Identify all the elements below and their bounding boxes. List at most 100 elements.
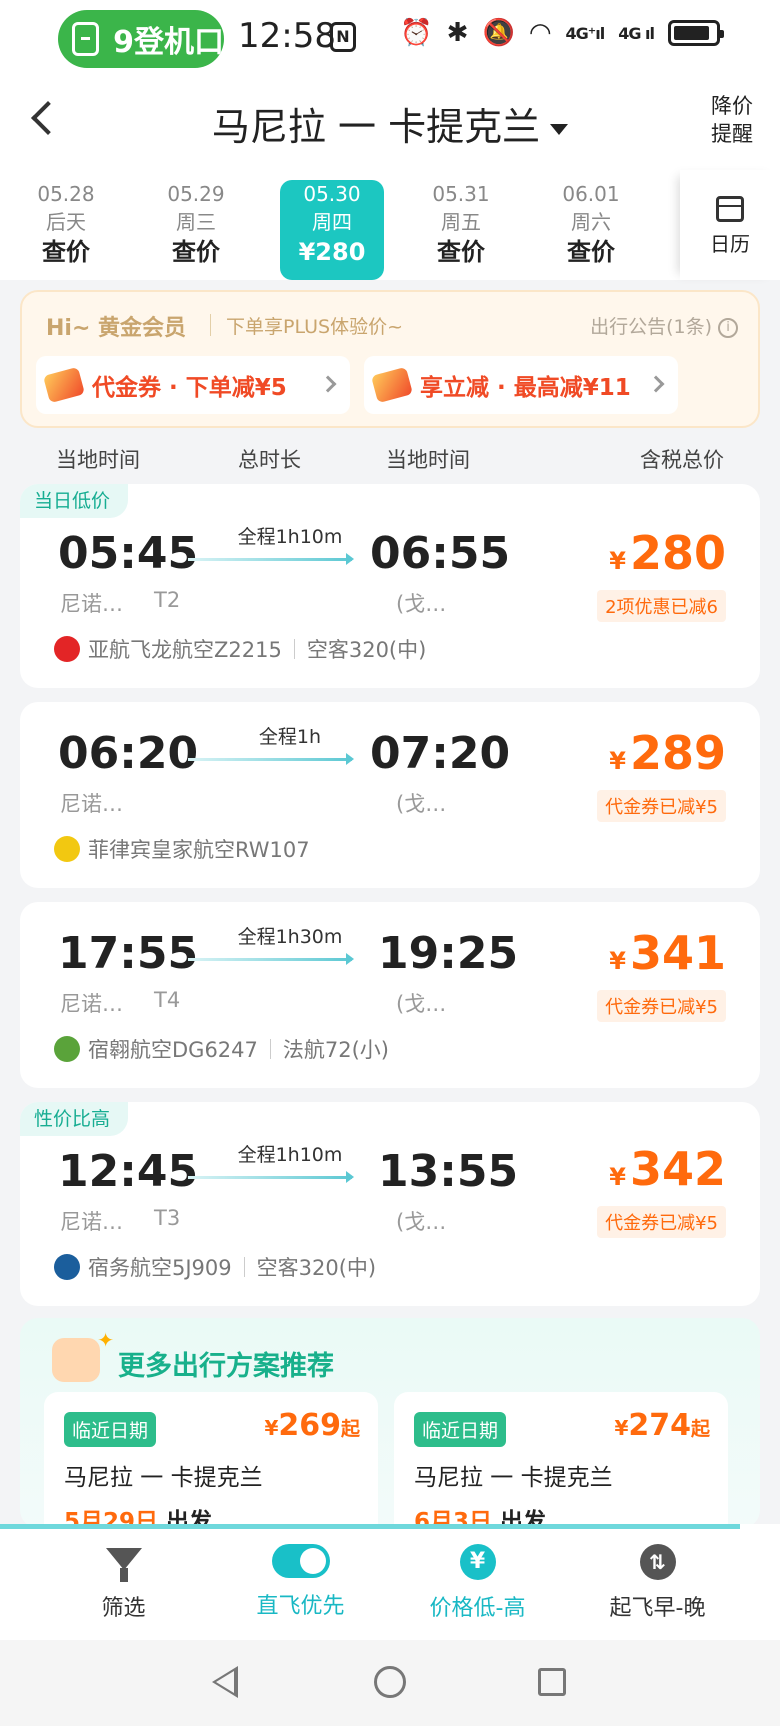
nav-home-icon[interactable] — [374, 1666, 406, 1698]
departure-airport: 尼诺… — [60, 992, 123, 1016]
signal-icon: 4G⁺ıl — [565, 23, 606, 43]
status-bar: 9登机口 12:58 N ⏰ ✱ 🔕 ◠ 4G⁺ıl 4G ıl — [0, 0, 780, 80]
sort-departure-button[interactable]: ⇅ 起飞早-晚 — [560, 1544, 755, 1622]
discount-badge: 代金券已减¥5 — [597, 1206, 726, 1238]
filter-label: 价格低-高 — [429, 1596, 526, 1621]
signal-icon-2: 4G ıl — [618, 23, 655, 43]
col-arrive-time: 当地时间 — [386, 448, 470, 472]
date-price: 查价 — [172, 238, 220, 266]
price: ¥341 — [609, 926, 726, 980]
recommend-price: ¥274起 — [614, 1408, 710, 1443]
arrival-time: 19:25 — [378, 928, 519, 979]
date-item[interactable]: 05.29 周三 查价 — [144, 180, 248, 280]
weekday-label: 后天 — [46, 210, 86, 234]
date-item-selected[interactable]: 05.30 周四 ¥280 — [280, 180, 384, 280]
flight-duration: 全程1h — [258, 726, 322, 748]
funnel-icon — [105, 1544, 142, 1582]
currency-symbol: ¥ — [264, 1416, 279, 1440]
terminal: T2 — [154, 588, 181, 612]
date-item[interactable]: 05.31 周五 查价 — [409, 180, 513, 280]
date-price: ¥280 — [298, 238, 366, 266]
calendar-button[interactable]: 日历 — [680, 170, 780, 280]
filter-label: 直飞优先 — [256, 1594, 345, 1619]
date-price: 查价 — [567, 238, 615, 266]
flight-card[interactable]: 性价比高 12:45 全程1h10m 13:55 尼诺… T3 (戈… ¥342… — [20, 1102, 760, 1306]
duration-arrow-icon — [188, 753, 354, 765]
sort-price-button[interactable]: ¥ 价格低-高 — [380, 1544, 575, 1622]
nonstop-first-toggle[interactable]: 直飞优先 — [203, 1544, 398, 1620]
filter-button[interactable]: 筛选 — [26, 1544, 221, 1622]
recommend-title: 更多出行方案推荐 — [118, 1351, 334, 1382]
discount-badge: 2项优惠已减6 — [597, 590, 726, 622]
coupon-label: 享立减 · 最高减¥11 — [420, 375, 631, 401]
aircraft-type: 空客320(中) — [306, 638, 427, 662]
date-price: 查价 — [42, 238, 90, 266]
tag-low-price: 当日低价 — [20, 484, 129, 518]
ticket-icon — [370, 366, 414, 404]
terminal: T4 — [154, 988, 181, 1012]
arrival-time: 06:55 — [370, 528, 511, 579]
header: 马尼拉 一 卡提克兰 降价提醒 — [0, 80, 780, 170]
chevron-right-icon — [647, 375, 665, 393]
departure-time: 06:20 — [58, 728, 199, 779]
recommend-price: ¥269起 — [264, 1408, 360, 1443]
weekday-label: 周五 — [441, 210, 481, 234]
arrival-airport: (戈… — [396, 1210, 447, 1234]
price: ¥280 — [609, 526, 726, 580]
travel-notice-link[interactable]: 出行公告(1条) i — [590, 312, 738, 339]
airline-info: 亚航飞龙航空Z2215 空客320(中) — [54, 634, 426, 664]
boarding-reminder-pill[interactable]: 9登机口 — [58, 10, 224, 68]
flight-card[interactable]: 当日低价 05:45 全程1h10m 06:55 尼诺… T2 (戈… ¥280… — [20, 484, 760, 688]
terminal: T3 — [154, 1206, 181, 1230]
filter-label: 筛选 — [101, 1596, 146, 1621]
battery-icon — [668, 20, 724, 46]
boarding-reminder-label: 9登机口 — [113, 25, 224, 60]
flight-duration: 全程1h10m — [237, 1144, 343, 1166]
divider — [269, 1039, 271, 1059]
discount-badge: 代金券已减¥5 — [597, 790, 726, 822]
currency-symbol: ¥ — [609, 947, 626, 975]
airline-flight: 宿翱航空DG6247 — [88, 1038, 258, 1062]
nav-recents-icon[interactable] — [538, 1668, 566, 1696]
coupon-instant-discount[interactable]: 享立减 · 最高减¥11 — [364, 356, 678, 414]
duration-arrow-icon — [188, 553, 354, 565]
clock: 12:58 — [238, 16, 336, 56]
wifi-icon: ◠ — [528, 18, 552, 48]
airline-info: 宿务航空5J909 空客320(中) — [54, 1252, 376, 1282]
recommend-tag: 临近日期 — [64, 1412, 157, 1447]
route-title[interactable]: 马尼拉 一 卡提克兰 — [0, 96, 780, 151]
price-alert-button[interactable]: 降价提醒 — [710, 92, 754, 148]
sunlight-air-logo-icon — [54, 1036, 80, 1062]
price-value: 289 — [629, 726, 726, 780]
coupon-voucher[interactable]: 代金券 · 下单减¥5 — [36, 356, 350, 414]
date-item[interactable]: 05.28 后天 查价 — [14, 180, 118, 280]
toggle-icon — [271, 1544, 330, 1578]
royal-air-logo-icon — [54, 836, 80, 862]
system-nav-bar — [0, 1640, 780, 1726]
nav-back-icon[interactable] — [212, 1666, 238, 1698]
currency-symbol: ¥ — [614, 1416, 629, 1440]
member-title: Hi~ 黄金会员 — [46, 316, 187, 341]
filter-bar: 筛选 直飞优先 ¥ 价格低-高 ⇅ 起飞早-晚 — [0, 1524, 780, 1640]
airline-info: 菲律宾皇家航空RW107 — [54, 834, 310, 864]
route-title-text: 马尼拉 一 卡提克兰 — [211, 105, 541, 149]
date-strip: 05.28 后天 查价 05.29 周三 查价 05.30 周四 ¥280 05… — [0, 170, 780, 280]
recommend-card[interactable]: 临近日期 ¥269起 马尼拉 一 卡提克兰 5月29日 出发 — [44, 1392, 378, 1528]
date-label: 05.31 — [432, 182, 490, 206]
weekday-label: 周四 — [312, 210, 352, 234]
arrival-airport: (戈… — [396, 592, 447, 616]
date-item[interactable]: 06.01 周六 查价 — [539, 180, 643, 280]
recommend-card[interactable]: 临近日期 ¥274起 马尼拉 一 卡提克兰 6月3日 出发 — [394, 1392, 728, 1528]
date-label: 05.30 — [303, 182, 361, 206]
airasia-logo-icon — [54, 636, 80, 662]
flight-card[interactable]: 06:20 全程1h 07:20 尼诺… (戈… ¥289 代金券已减¥5 菲律… — [20, 702, 760, 888]
currency-symbol: ¥ — [609, 747, 626, 775]
flight-card[interactable]: 17:55 全程1h30m 19:25 尼诺… T4 (戈… ¥341 代金券已… — [20, 902, 760, 1088]
recommend-tag: 临近日期 — [414, 1412, 507, 1447]
nfc-icon: N — [330, 22, 356, 52]
date-label: 06.01 — [562, 182, 620, 206]
cebu-pacific-logo-icon — [54, 1254, 80, 1280]
flight-duration: 全程1h10m — [237, 526, 343, 548]
info-icon: i — [718, 317, 738, 338]
member-banner: Hi~ 黄金会员 下单享PLUS体验价~ 出行公告(1条) i 代金券 · 下单减… — [20, 290, 760, 428]
